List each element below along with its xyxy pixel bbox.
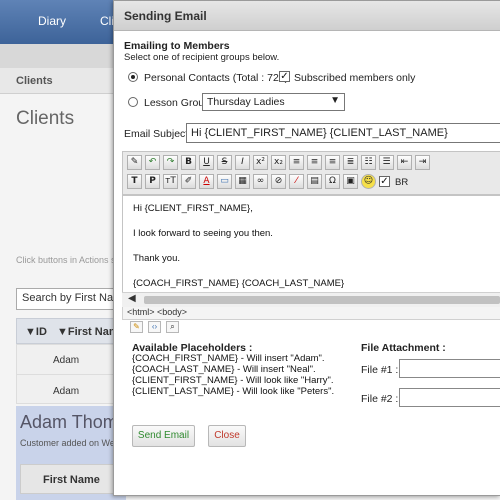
justify-icon[interactable]: ≣: [343, 155, 358, 170]
dialog-titlebar[interactable]: Sending Email: [114, 1, 500, 31]
file2-input[interactable]: [399, 388, 500, 407]
ordered-list-icon[interactable]: ☷: [361, 155, 376, 170]
horizontal-rule-icon[interactable]: ▤: [307, 174, 322, 189]
redo-icon[interactable]: ↷: [163, 155, 178, 170]
subscript-icon[interactable]: x₂: [271, 155, 286, 170]
client-added-text: Customer added on We: [20, 438, 115, 448]
underline-icon[interactable]: U: [199, 155, 214, 170]
strikethrough-icon[interactable]: S: [217, 155, 232, 170]
html-mode-icon[interactable]: ‹›: [148, 321, 161, 333]
emailing-heading: Emailing to Members: [124, 40, 230, 52]
lesson-group-radio[interactable]: [128, 97, 138, 107]
send-email-button[interactable]: Send Email: [132, 425, 195, 447]
superscript-icon[interactable]: x²: [253, 155, 268, 170]
outdent-icon[interactable]: ⇤: [397, 155, 412, 170]
font-color-icon[interactable]: A: [199, 174, 214, 189]
clients-table-body: Adam Adam: [16, 344, 126, 404]
table-icon[interactable]: ▦: [235, 174, 250, 189]
file1-input[interactable]: [399, 359, 500, 378]
placeholder-item: {CLIENT_LAST_NAME} - Will look like "Pet…: [132, 386, 335, 397]
paste-icon[interactable]: ✎: [127, 155, 142, 170]
client-search-input[interactable]: Search by First Nam: [16, 288, 126, 310]
placeholder-item: {COACH_LAST_NAME} - Will insert "Neal".: [132, 364, 316, 375]
section-label: Clients: [16, 75, 53, 87]
subscribed-only-label: Subscribed members only: [294, 72, 416, 84]
recipient-instruction: Select one of recipient groups below.: [124, 52, 280, 63]
scrollbar-thumb[interactable]: [144, 296, 500, 304]
placeholder-item: {CLIENT_FIRST_NAME} - Will look like "Ha…: [132, 375, 334, 386]
align-left-icon[interactable]: ≡: [289, 155, 304, 170]
body-line: Thank you.: [133, 253, 180, 264]
dialog-title: Sending Email: [124, 9, 207, 23]
indent-icon[interactable]: ⇥: [415, 155, 430, 170]
align-right-icon[interactable]: ≡: [325, 155, 340, 170]
email-subject-label: Email Subject :: [124, 128, 195, 140]
scroll-left-icon[interactable]: ◀: [128, 293, 136, 304]
body-line: Hi {CLIENT_FIRST_NAME},: [133, 203, 253, 214]
file2-label: File #2 :: [361, 393, 399, 405]
lesson-group-label: Lesson Group: [144, 97, 210, 109]
file1-label: File #1 :: [361, 364, 399, 376]
unlink-icon[interactable]: ⊘: [271, 174, 286, 189]
design-mode-icon[interactable]: ✎: [130, 321, 143, 333]
subscribed-only-checkbox[interactable]: ✓: [279, 71, 290, 82]
text-style-icon[interactable]: T: [127, 174, 142, 189]
link-icon[interactable]: ∞: [253, 174, 268, 189]
clients-table-header: ▼ID ▼First Name: [16, 318, 126, 344]
remove-format-icon[interactable]: ⁄: [289, 174, 304, 189]
italic-icon[interactable]: I: [235, 155, 250, 170]
font-size-icon[interactable]: тT: [163, 174, 178, 189]
file-attachment-title: File Attachment :: [361, 342, 446, 354]
br-checkbox[interactable]: ✓: [379, 176, 390, 187]
editor-toolbar: ✎ ↶ ↷ B U S I x² x₂ ≡ ≡ ≡ ≣ ☷ ☰ ⇤ ⇥ T P …: [122, 151, 500, 195]
client-name-heading: Adam Thom: [20, 412, 118, 432]
placeholder-item: {COACH_FIRST_NAME} - Will insert "Adam".: [132, 353, 325, 364]
editor-status-path: <html> <body>: [122, 307, 500, 320]
table-row[interactable]: Adam: [53, 386, 79, 397]
actions-hint: Click buttons in Actions s: [16, 255, 116, 265]
close-button[interactable]: Close: [208, 425, 246, 447]
br-label: BR: [395, 177, 409, 188]
highlight-icon[interactable]: ✐: [181, 174, 196, 189]
nav-tab-diary[interactable]: Diary: [38, 14, 66, 28]
paragraph-icon[interactable]: P: [145, 174, 160, 189]
editor-horizontal-scrollbar[interactable]: ◀: [122, 292, 500, 307]
chevron-down-icon: ▼: [330, 95, 340, 106]
column-header-id[interactable]: ▼ID: [25, 326, 47, 338]
unordered-list-icon[interactable]: ☰: [379, 155, 394, 170]
align-center-icon[interactable]: ≡: [307, 155, 322, 170]
column-header-first-name: First Name: [43, 474, 100, 486]
body-line: I look forward to seeing you then.: [133, 228, 273, 239]
send-email-dialog: Sending Email Emailing to Members Select…: [113, 0, 500, 496]
email-body-editor[interactable]: Hi {CLIENT_FIRST_NAME}, I look forward t…: [122, 195, 500, 307]
lesson-group-select[interactable]: Thursday Ladies ▼: [202, 93, 345, 111]
bold-icon[interactable]: B: [181, 155, 196, 170]
lesson-group-value: Thursday Ladies: [207, 96, 285, 108]
body-line: {COACH_FIRST_NAME} {COACH_LAST_NAME}: [133, 278, 345, 289]
image-icon[interactable]: ▭: [217, 174, 232, 189]
emoticon-icon[interactable]: ☺: [361, 174, 376, 189]
special-character-icon[interactable]: Ω: [325, 174, 340, 189]
page-title: Clients: [16, 108, 75, 129]
table-row[interactable]: Adam: [53, 355, 79, 366]
personal-contacts-radio[interactable]: [128, 72, 138, 82]
nav-tab-clients[interactable]: Cli: [100, 14, 114, 28]
personal-contacts-label: Personal Contacts (Total : 723): [144, 72, 289, 84]
email-subject-input[interactable]: Hi {CLIENT_FIRST_NAME} {CLIENT_LAST_NAME…: [186, 123, 500, 143]
preview-mode-icon[interactable]: ⌕: [166, 321, 179, 333]
undo-icon[interactable]: ↶: [145, 155, 160, 170]
source-code-icon[interactable]: ▣: [343, 174, 358, 189]
